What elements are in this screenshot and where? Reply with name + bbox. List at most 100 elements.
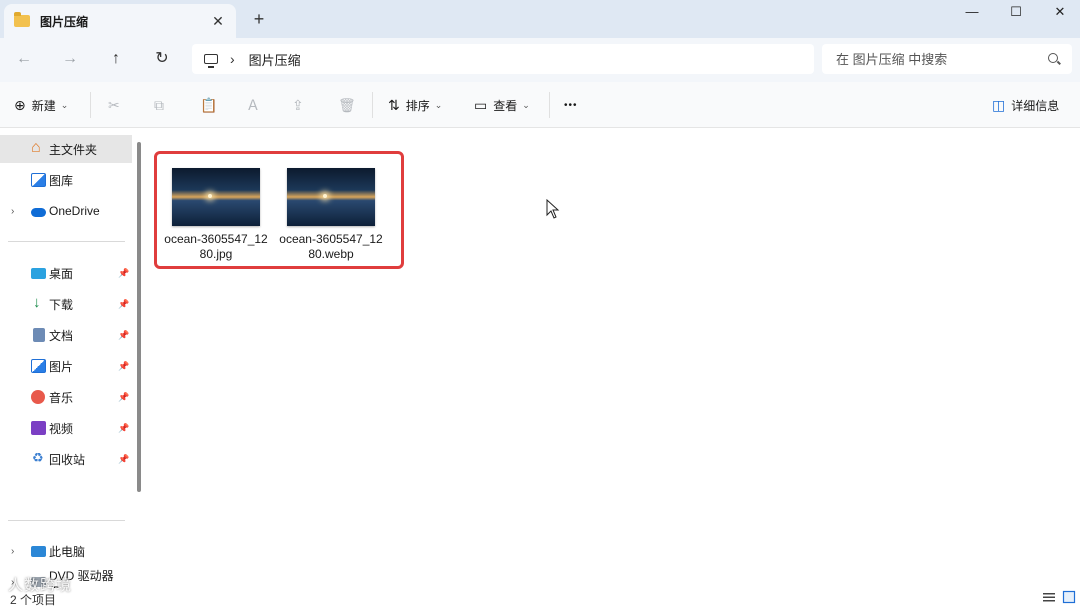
refresh-button[interactable]: ↻ <box>150 48 174 70</box>
sidebar-item-label: 下载 <box>49 297 74 312</box>
tab-active[interactable]: 图片压缩 ✕ <box>4 4 236 38</box>
sidebar-item-label: 桌面 <box>49 266 74 281</box>
sidebar-item-onedrive[interactable]: › OneDrive <box>0 197 132 225</box>
computer-icon <box>31 545 46 557</box>
sidebar-item-pictures[interactable]: 图片 📌 <box>0 352 132 380</box>
image-thumbnail <box>287 168 375 226</box>
forward-button[interactable]: → <box>58 48 82 70</box>
pin-icon: 📌 <box>118 298 130 309</box>
file-item[interactable]: ocean-3605547_1280.webp <box>276 160 386 262</box>
sidebar-item-label: OneDrive <box>49 204 100 218</box>
computer-icon <box>204 54 218 68</box>
cut-button[interactable]: ✂ <box>108 94 126 116</box>
recycle-bin-icon <box>31 450 46 466</box>
more-button[interactable]: ••• <box>564 94 578 116</box>
music-icon <box>31 390 45 404</box>
mouse-cursor-icon <box>546 199 560 219</box>
pictures-icon <box>31 359 46 373</box>
address-row: ← → ↑ ↻ › 图片压缩 <box>0 38 1080 82</box>
file-item[interactable]: ocean-3605547_1280.jpg <box>161 160 271 262</box>
download-icon <box>31 294 46 311</box>
delete-button[interactable]: 🗑 <box>338 94 362 116</box>
image-thumbnail <box>172 168 260 226</box>
pin-icon: 📌 <box>118 391 130 402</box>
status-bar: 2 个项目 <box>0 588 1080 607</box>
sidebar-item-downloads[interactable]: 下载 📌 <box>0 290 132 318</box>
large-icons-view-icon[interactable] <box>1062 590 1076 604</box>
scissors-icon: ✂ <box>108 96 120 113</box>
view-button[interactable]: ▭ 查看 ⌄ <box>474 94 530 116</box>
divider <box>372 92 373 118</box>
share-button[interactable]: ⇪ <box>292 94 310 116</box>
sidebar-item-desktop[interactable]: 桌面 📌 <box>0 259 132 287</box>
gallery-icon <box>31 173 46 187</box>
new-button[interactable]: ⊕ 新建 ⌄ <box>14 94 68 116</box>
folder-icon <box>14 12 30 27</box>
new-tab-button[interactable]: + <box>250 9 268 29</box>
document-icon <box>33 328 45 342</box>
pin-icon: 📌 <box>118 329 130 340</box>
plus-circle-icon: ⊕ <box>14 96 26 113</box>
divider <box>549 92 550 118</box>
sidebar-scrollbar[interactable] <box>137 142 141 492</box>
sidebar-item-documents[interactable]: 文档 📌 <box>0 321 132 349</box>
up-button[interactable]: ↑ <box>104 48 128 70</box>
sidebar-item-label: 主文件夹 <box>49 142 98 157</box>
sidebar-item-label: 音乐 <box>49 390 74 405</box>
new-label: 新建 <box>31 98 56 113</box>
divider <box>8 241 125 242</box>
search-input[interactable] <box>822 44 1072 74</box>
copy-button[interactable]: ⧉ <box>154 94 170 116</box>
details-label: 详细信息 <box>1011 98 1060 113</box>
home-icon <box>31 139 46 157</box>
sort-button[interactable]: ⇅ 排序 ⌄ <box>388 94 442 116</box>
maximize-button[interactable]: ☐ <box>994 2 1038 24</box>
command-bar: ⊕ 新建 ⌄ ✂ ⧉ 📋 Ａ ⇪ 🗑 ⇅ 排序 ⌄ ▭ 查看 ⌄ ••• ◫ 详… <box>0 82 1080 128</box>
title-bar: 图片压缩 ✕ + — ☐ ✕ <box>0 0 1080 38</box>
video-icon <box>31 421 46 435</box>
sidebar-item-home[interactable]: 主文件夹 <box>0 135 132 163</box>
clipboard-icon: 📋 <box>200 96 218 113</box>
details-view-icon[interactable] <box>1042 590 1056 604</box>
chevron-down-icon: ⌄ <box>60 99 69 110</box>
pin-icon: 📌 <box>118 422 130 433</box>
breadcrumb-current[interactable]: 图片压缩 <box>249 50 301 69</box>
sidebar-item-this-pc[interactable]: › 此电脑 <box>0 537 132 565</box>
sidebar-item-videos[interactable]: 视频 📌 <box>0 414 132 442</box>
rename-button[interactable]: Ａ <box>246 94 266 116</box>
sidebar-item-gallery[interactable]: 图库 <box>0 166 132 194</box>
more-icon: ••• <box>564 99 578 111</box>
copy-icon: ⧉ <box>154 96 164 113</box>
tab-close-icon[interactable]: ✕ <box>210 13 226 30</box>
navigation-pane: 主文件夹 图库 › OneDrive 桌面 📌 下载 📌 文档 📌 图片 📌 音… <box>0 128 148 607</box>
sidebar-item-label: 此电脑 <box>49 544 86 559</box>
sidebar-item-label: 图片 <box>49 359 74 374</box>
pin-icon: 📌 <box>118 360 130 371</box>
rename-icon: Ａ <box>246 97 260 113</box>
address-bar[interactable]: › 图片压缩 <box>192 44 814 74</box>
back-button[interactable]: ← <box>12 48 36 70</box>
view-icon: ▭ <box>474 96 488 113</box>
sort-icon: ⇅ <box>388 96 400 113</box>
paste-button[interactable]: 📋 <box>200 94 223 116</box>
close-window-button[interactable]: ✕ <box>1038 2 1080 24</box>
minimize-button[interactable]: — <box>950 2 994 24</box>
sidebar-item-recycle-bin[interactable]: 回收站 📌 <box>0 445 132 473</box>
divider <box>8 520 125 521</box>
divider <box>90 92 91 118</box>
sidebar-item-label: 视频 <box>49 421 74 436</box>
sidebar-item-label: 图库 <box>49 173 74 188</box>
sidebar-item-label: 文档 <box>49 328 74 343</box>
chevron-right-icon[interactable]: › <box>11 546 14 557</box>
file-name: ocean-3605547_1280.webp <box>279 232 383 261</box>
sidebar-item-music[interactable]: 音乐 📌 <box>0 383 132 411</box>
sort-label: 排序 <box>405 98 430 113</box>
chevron-right-icon[interactable]: › <box>230 51 235 67</box>
share-icon: ⇪ <box>292 96 304 113</box>
cloud-icon <box>31 208 46 217</box>
details-pane-icon: ◫ <box>992 96 1006 113</box>
chevron-right-icon[interactable]: › <box>11 206 14 217</box>
trash-icon: 🗑 <box>338 96 356 113</box>
chevron-down-icon: ⌄ <box>434 99 443 110</box>
details-button[interactable]: ◫ 详细信息 <box>992 94 1059 116</box>
